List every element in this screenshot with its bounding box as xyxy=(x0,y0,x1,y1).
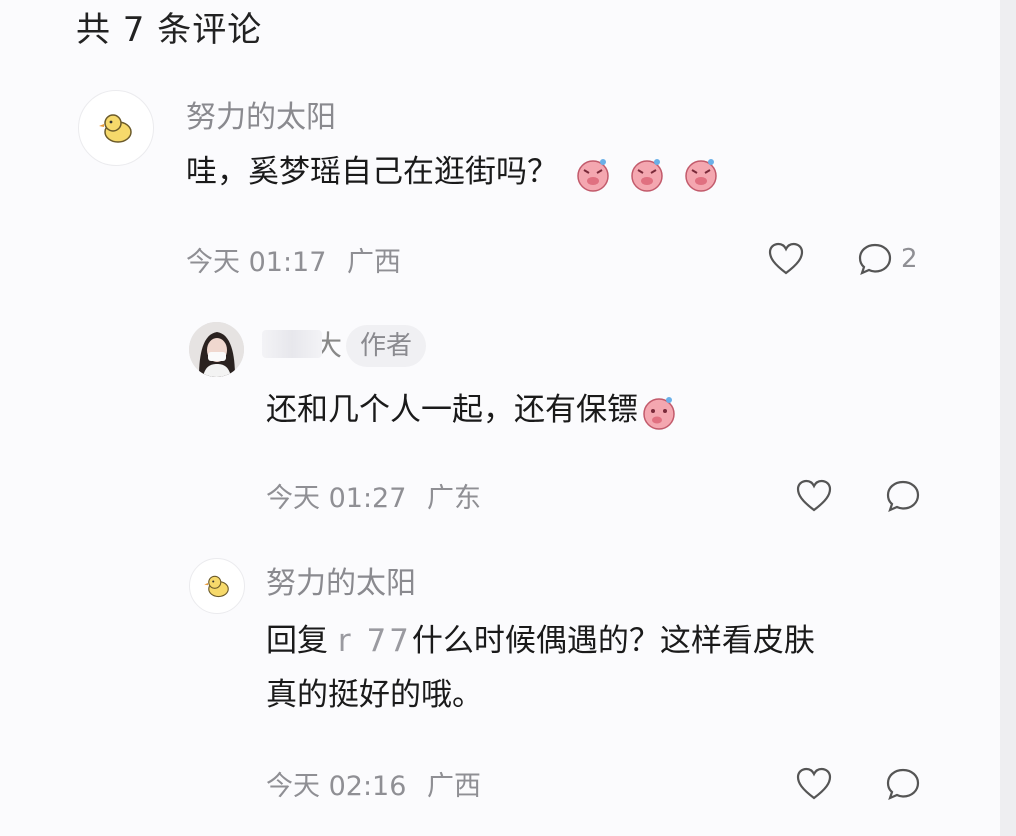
reply-text: 还和几个人一起，还有保镖 xyxy=(266,383,906,437)
like-button[interactable] xyxy=(768,242,804,276)
reply-meta: 今天 01:27 广东 xyxy=(266,476,493,515)
comment-username[interactable]: 努力的太阳 xyxy=(186,92,336,136)
comment-time: 今天 01:17 xyxy=(186,247,327,278)
author-avatar[interactable] xyxy=(189,322,244,377)
avatar[interactable] xyxy=(78,90,154,166)
reply-mention[interactable]: r 77 xyxy=(338,623,412,659)
redacted-name-blur xyxy=(262,330,322,358)
reply-text-line1: 回复 r 77什么时候偶遇的？这样看皮肤 xyxy=(266,614,906,668)
reply-text: 回复 r 77什么时候偶遇的？这样看皮肤 真的挺好的哦。 xyxy=(266,614,906,722)
author-username[interactable]: 大 xyxy=(262,322,350,366)
author-photo-icon xyxy=(189,322,244,377)
pig-emoji-icon xyxy=(577,158,609,192)
reply-text-body-1: 什么时候偶遇的？这样看皮肤 xyxy=(411,623,815,659)
scrollbar-track[interactable] xyxy=(1000,0,1016,836)
comment-text-body: 哇，奚梦瑶自己在逛街吗？ xyxy=(186,154,558,190)
reply-username[interactable]: 努力的太阳 xyxy=(266,558,416,602)
reply-time: 今天 01:27 xyxy=(266,483,407,514)
like-button[interactable] xyxy=(796,767,832,801)
avatar[interactable] xyxy=(189,558,245,614)
reply-count: 2 xyxy=(901,244,918,274)
pig-emoji-icon xyxy=(643,396,675,430)
comment-location: 广西 xyxy=(347,247,401,278)
reply-time: 今天 02:16 xyxy=(266,771,407,802)
comment-bubble-icon xyxy=(886,768,920,800)
like-button[interactable] xyxy=(796,479,832,513)
heart-icon xyxy=(796,479,832,512)
reply-button[interactable] xyxy=(885,767,921,801)
comment-count-title: 共 7 条评论 xyxy=(76,10,263,50)
reply-prefix: 回复 xyxy=(266,623,328,659)
reply-button[interactable]: 2 xyxy=(857,242,918,276)
reply-location: 广西 xyxy=(427,771,481,802)
reply-text-line2: 真的挺好的哦。 xyxy=(266,677,483,713)
reply-button[interactable] xyxy=(885,479,921,513)
author-badge: 作者 xyxy=(346,325,427,367)
reply-meta: 今天 02:16 广西 xyxy=(266,764,493,803)
pig-emoji-icon xyxy=(630,158,663,192)
reply-location: 广东 xyxy=(427,483,481,514)
comment-bubble-icon xyxy=(858,243,892,275)
heart-icon xyxy=(796,767,832,800)
heart-icon xyxy=(768,242,804,275)
comment-meta: 今天 01:17 广西 xyxy=(186,240,413,279)
duck-avatar-icon xyxy=(99,114,132,143)
duck-avatar-icon xyxy=(204,575,229,598)
comment-text: 哇，奚梦瑶自己在逛街吗？ xyxy=(186,145,826,199)
pig-emoji-icon xyxy=(684,158,717,192)
reply-text-body: 还和几个人一起，还有保镖 xyxy=(266,392,638,428)
comment-bubble-icon xyxy=(886,480,920,512)
